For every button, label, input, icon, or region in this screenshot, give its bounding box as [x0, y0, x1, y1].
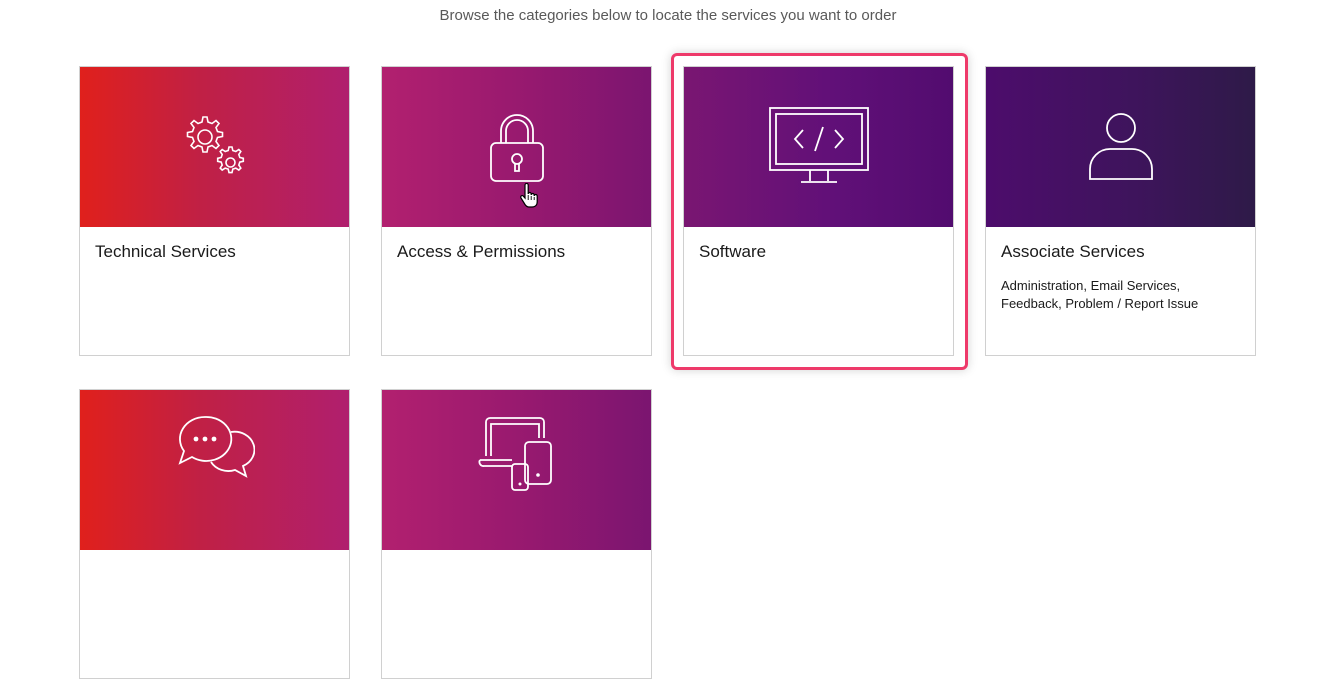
gears-icon	[186, 116, 244, 174]
page-subtitle: Browse the categories below to locate th…	[439, 7, 897, 24]
category-title: Technical Services	[95, 242, 236, 261]
selection-highlight	[671, 53, 968, 370]
category-card-chat[interactable]	[79, 389, 350, 679]
category-title: Associate Services	[1001, 242, 1145, 261]
person-icon	[1088, 113, 1153, 180]
category-card-technical-services[interactable]: Technical Services	[79, 66, 350, 356]
category-banner	[382, 390, 651, 550]
category-description: Administration, Email Services, Feedback…	[1001, 278, 1199, 311]
padlock-icon	[489, 114, 544, 182]
hand-pointer-cursor-icon	[520, 183, 538, 208]
chat-bubbles-icon	[177, 416, 255, 478]
devices-icon	[478, 417, 552, 491]
category-title: Access & Permissions	[397, 242, 566, 261]
category-card-access-permissions[interactable]: Access & Permissions	[381, 66, 652, 356]
category-banner	[80, 390, 349, 550]
category-banner	[382, 67, 651, 227]
category-banner	[80, 67, 349, 227]
category-card-devices[interactable]	[381, 389, 652, 679]
category-banner	[986, 67, 1255, 227]
category-card-associate-services[interactable]: Associate Services Administration, Email…	[985, 66, 1256, 356]
